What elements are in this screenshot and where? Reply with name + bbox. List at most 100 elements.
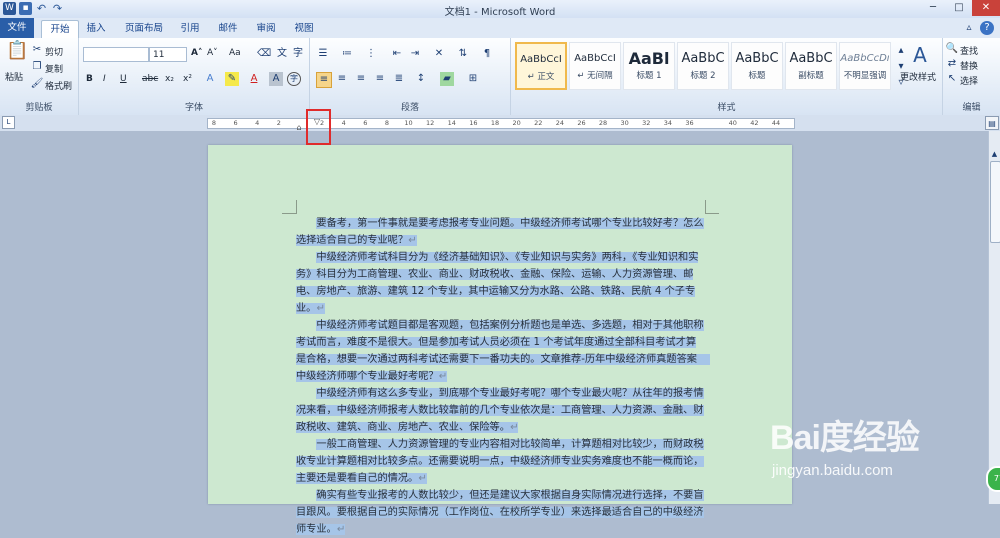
paragraph-mark: ↵ xyxy=(438,371,448,382)
align-right-icon[interactable]: ≡ xyxy=(354,72,368,86)
paste-button[interactable]: 粘贴 xyxy=(5,70,23,83)
tab-review[interactable]: 审阅 xyxy=(250,20,282,38)
highlight-icon[interactable]: ✎ xyxy=(225,72,239,86)
style-name: ↵ 正文 xyxy=(527,72,555,82)
numbering-icon[interactable]: ≔ xyxy=(340,47,354,61)
tab-mailings[interactable]: 邮件 xyxy=(212,20,244,38)
grow-font-button[interactable]: A˄ xyxy=(191,48,202,58)
tab-selector-icon[interactable]: L xyxy=(2,116,15,129)
margin-corner-right xyxy=(705,200,706,214)
shrink-font-button[interactable]: A˅ xyxy=(207,48,218,58)
clear-format-icon[interactable]: ⌫ xyxy=(257,47,271,61)
select-button[interactable]: 选择 xyxy=(960,74,978,87)
tab-view[interactable]: 视图 xyxy=(288,20,320,38)
char-shading-icon[interactable]: A xyxy=(269,72,283,86)
ruler-tick: 24 xyxy=(555,119,564,127)
find-button[interactable]: 查找 xyxy=(960,44,978,57)
font-name-box[interactable] xyxy=(83,47,149,62)
help-icon[interactable]: ? xyxy=(980,21,994,35)
tab-references[interactable]: 引用 xyxy=(174,20,206,38)
multilevel-list-icon[interactable]: ⋮ xyxy=(364,47,378,61)
enclosed-char-icon[interactable]: 字 xyxy=(287,72,301,86)
strikethrough-button[interactable]: abc xyxy=(142,74,158,84)
show-marks-icon[interactable]: ¶ xyxy=(480,47,494,61)
paragraph[interactable]: 确实有些专业报考的人数比较少，但还是建议大家根据自身实际情况进行选择，不要盲目跟… xyxy=(296,487,704,538)
text-effects-icon[interactable]: A xyxy=(203,72,217,86)
maximize-button[interactable]: □ xyxy=(946,0,972,16)
change-styles-button[interactable]: 更改样式 xyxy=(900,70,936,83)
baidu-jingyan-watermark: Bai度经验 jingyan.baidu.com xyxy=(770,410,990,500)
style-normal[interactable]: AaBbCcI ↵ 正文 xyxy=(515,42,567,90)
ribbon: 📋 粘贴 ✂ 剪切 ❐ 复制 🖌 格式刷 剪贴板 11 A˄ A˅ Aa ⌫ 文… xyxy=(0,38,1000,116)
align-center-icon[interactable]: ≡ xyxy=(335,72,349,86)
scroll-up-icon[interactable]: ▲ xyxy=(989,149,1000,159)
copy-icon[interactable]: ❐ xyxy=(30,60,44,74)
ruler-tick: 4 xyxy=(341,119,346,127)
bold-button[interactable]: B xyxy=(86,74,93,84)
paragraph[interactable]: 要备考，第一件事就是要考虑报考专业问题。中级经济师考试哪个专业比较好考？怎么选择… xyxy=(296,215,704,249)
format-painter-button[interactable]: 格式刷 xyxy=(45,79,72,92)
select-icon[interactable]: ↖ xyxy=(945,72,959,86)
format-painter-icon[interactable]: 🖌 xyxy=(30,77,44,91)
paragraph-mark: ↵ xyxy=(418,473,427,484)
style-title[interactable]: AaBbC 标题 xyxy=(731,42,783,90)
style-subtle-emphasis[interactable]: AaBbCcDı 不明显强调 xyxy=(839,42,891,90)
cut-button[interactable]: 剪切 xyxy=(45,45,63,58)
subscript-button[interactable]: x₂ xyxy=(165,74,174,84)
copy-button[interactable]: 复制 xyxy=(45,62,63,75)
tab-home[interactable]: 开始 xyxy=(41,20,79,39)
tab-page-layout[interactable]: 页面布局 xyxy=(118,20,170,38)
increase-indent-icon[interactable]: ⇥ xyxy=(408,47,422,61)
phonetic-guide-icon[interactable]: 文 xyxy=(275,47,289,61)
shading-icon[interactable]: ▰ xyxy=(440,72,454,86)
ribbon-minimize-icon[interactable]: ▵ xyxy=(962,21,976,35)
style-no-spacing[interactable]: AaBbCcI ↵ 无间隔 xyxy=(569,42,621,90)
borders-icon[interactable]: ⊞ xyxy=(466,72,480,86)
underline-button[interactable]: U xyxy=(120,74,127,84)
font-size-box[interactable]: 11 xyxy=(149,47,187,62)
ruler-tick: 12 xyxy=(426,119,435,127)
replace-button[interactable]: 替换 xyxy=(960,59,978,72)
enclose-char-icon[interactable]: 字 xyxy=(291,47,305,61)
ruler-tick: 42 xyxy=(750,119,759,127)
paragraph[interactable]: 中级经济师有这么多专业，到底哪个专业最好考呢？哪个专业最火呢？从往年的报考情况来… xyxy=(296,385,704,436)
document-body[interactable]: 要备考，第一件事就是要考虑报考专业问题。中级经济师考试哪个专业比较好考？怎么选择… xyxy=(296,215,711,538)
tab-insert[interactable]: 插入 xyxy=(80,20,112,38)
font-color-icon[interactable]: A xyxy=(247,72,261,86)
replace-icon[interactable]: ⇄ xyxy=(945,57,959,71)
style-subtitle[interactable]: AaBbC 副标题 xyxy=(785,42,837,90)
distributed-icon[interactable]: ≣ xyxy=(392,72,406,86)
style-heading-1[interactable]: AaBl 标题 1 xyxy=(623,42,675,90)
chinese-layout-icon[interactable]: ✕ xyxy=(432,47,446,61)
find-icon[interactable]: 🔍 xyxy=(945,42,959,56)
ruler-tick: 22 xyxy=(534,119,543,127)
italic-button[interactable]: I xyxy=(103,74,106,84)
paragraph[interactable]: 中级经济师考试题目都是客观题，包括案例分析题也是单选、多选题，相对于其他职称考试… xyxy=(296,317,711,385)
paragraph[interactable]: 中级经济师考试科目分为《经济基础知识》、《专业知识与实务》两科，《专业知识和实务… xyxy=(296,249,704,317)
window-title: 文档1 - Microsoft Word xyxy=(444,7,556,18)
cut-icon[interactable]: ✂ xyxy=(30,43,44,57)
minimize-button[interactable]: ─ xyxy=(920,0,946,16)
font-group: 11 A˄ A˅ Aa ⌫ 文 字 B I U abc x₂ x² A ✎ A … xyxy=(79,38,310,115)
superscript-button[interactable]: x² xyxy=(183,74,192,84)
justify-icon[interactable]: ≡ xyxy=(373,72,387,86)
styles-scroll-up-icon[interactable]: ▴ xyxy=(894,44,908,58)
change-case-button[interactable]: Aa xyxy=(229,48,241,58)
paragraph-mark: ↵ xyxy=(509,422,519,433)
sort-icon[interactable]: ⇅ xyxy=(456,47,470,61)
view-ruler-icon[interactable]: ▤ xyxy=(985,116,999,130)
close-button[interactable]: ✕ xyxy=(972,0,1000,16)
decrease-indent-icon[interactable]: ⇤ xyxy=(390,47,404,61)
paragraph[interactable]: 一般工商管理、人力资源管理的专业内容相对比较简单，计算题相对比较少，而财政税收专… xyxy=(296,436,704,487)
line-spacing-icon[interactable]: ↕ xyxy=(414,72,428,86)
style-heading-2[interactable]: AaBbC 标题 2 xyxy=(677,42,729,90)
paste-icon[interactable]: 📋 xyxy=(6,42,28,66)
scroll-thumb[interactable] xyxy=(990,161,1000,243)
document-page[interactable]: 要备考，第一件事就是要考虑报考专业问题。中级经济师考试哪个专业比较好考？怎么选择… xyxy=(208,145,792,535)
align-left-icon[interactable]: ≡ xyxy=(316,72,332,88)
ruler-tick: 36 xyxy=(685,119,694,127)
tab-file[interactable]: 文件 xyxy=(0,18,34,38)
bullets-icon[interactable]: ☰ xyxy=(316,47,330,61)
change-styles-icon[interactable]: A xyxy=(909,44,931,66)
paragraph-group: ☰ ≔ ⋮ ⇤ ⇥ ✕ ⇅ ¶ ≡ ≡ ≡ ≡ ≣ ↕ ▰ ⊞ 段落 xyxy=(310,38,511,115)
